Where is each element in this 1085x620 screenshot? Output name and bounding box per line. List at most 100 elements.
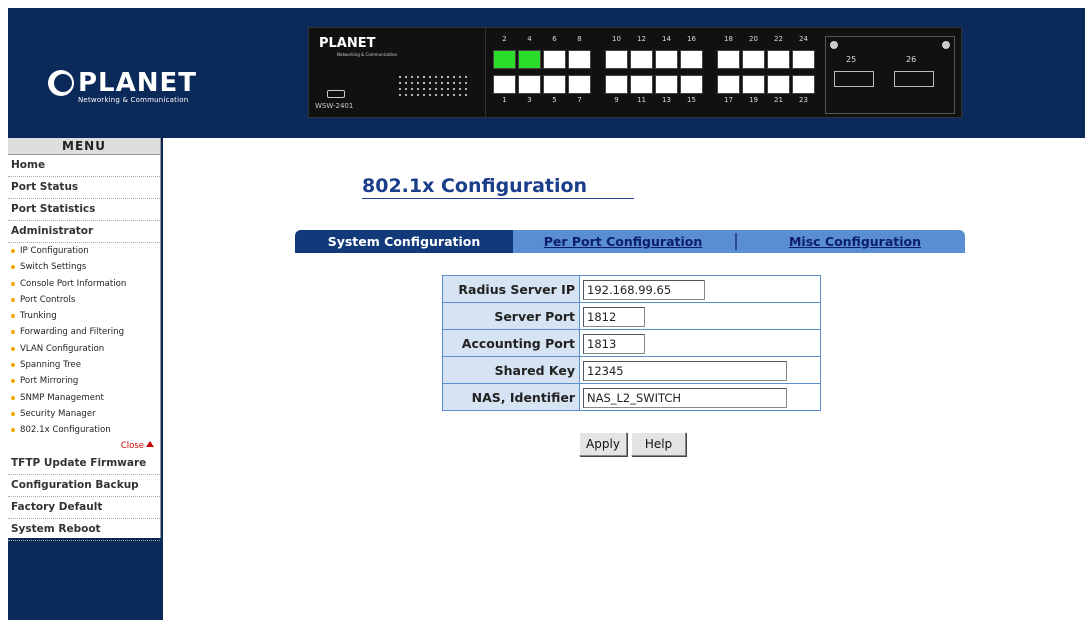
port-number: 17 [724, 96, 733, 104]
sfp-port [834, 71, 874, 87]
panel-model: WSW-2401 [315, 102, 354, 110]
submenu-label: Port Controls [20, 294, 76, 305]
port-number: 19 [749, 96, 758, 104]
tab-divider [735, 233, 737, 250]
port-8[interactable] [568, 50, 591, 69]
submenu-item-switch-settings[interactable]: Switch Settings [8, 259, 160, 275]
port-1[interactable] [493, 75, 516, 94]
submenu-item-vlan-configuration[interactable]: VLAN Configuration [8, 341, 160, 357]
server-port-input[interactable] [583, 306, 645, 327]
apply-button[interactable]: Apply [579, 432, 627, 456]
port-16[interactable] [680, 50, 703, 69]
nas-identifier-input[interactable] [583, 387, 787, 408]
port-21[interactable] [767, 75, 790, 94]
port-10[interactable] [605, 50, 628, 69]
port-number: 9 [614, 96, 619, 104]
tab-per-port-configuration[interactable]: Per Port Configuration [513, 230, 733, 253]
sfp-port [894, 71, 934, 87]
submenu-item-snmp-management[interactable]: SNMP Management [8, 390, 160, 406]
port-15[interactable] [680, 75, 703, 94]
bullet-icon [11, 411, 15, 416]
submenu-item-port-mirroring[interactable]: Port Mirroring [8, 373, 160, 389]
port-24[interactable] [792, 50, 815, 69]
logo-name: PLANET [78, 68, 198, 98]
menu-item-port-statistics[interactable]: Port Statistics [8, 199, 160, 221]
submenu-item-802-1x-configuration[interactable]: 802.1x Configuration [8, 422, 160, 438]
tab-system-configuration[interactable]: System Configuration [295, 230, 513, 253]
port-number: 22 [774, 35, 783, 43]
port-number: 11 [637, 96, 646, 104]
bullet-icon [11, 379, 15, 384]
title-underline [362, 198, 634, 199]
accounting-port-input[interactable] [583, 333, 645, 354]
server-port-label: Server Port [442, 302, 580, 330]
port-18[interactable] [717, 50, 740, 69]
bullet-icon [11, 249, 15, 253]
menu-item-factory-default[interactable]: Factory Default [8, 497, 160, 519]
menu-item-home[interactable]: Home [8, 155, 160, 177]
port-number: 5 [552, 96, 557, 104]
panel-brand-sub: Networking & Communication [337, 52, 398, 57]
port-20[interactable] [742, 50, 765, 69]
port-23[interactable] [792, 75, 815, 94]
submenu-item-spanning-tree[interactable]: Spanning Tree [8, 357, 160, 373]
submenu-label: Spanning Tree [20, 360, 81, 371]
menu-item-administrator[interactable]: Administrator [8, 221, 160, 243]
port-5[interactable] [543, 75, 566, 94]
bullet-icon [11, 346, 15, 351]
menu-close-link[interactable]: Close [8, 439, 160, 453]
planet-logo-icon [48, 70, 74, 96]
submenu-label: SNMP Management [20, 392, 104, 403]
submenu-item-ip-configuration[interactable]: IP Configuration [8, 243, 160, 259]
port-number: 3 [527, 96, 532, 104]
port-19[interactable] [742, 75, 765, 94]
submenu-label: Console Port Information [20, 278, 127, 289]
radius-server-ip-input[interactable] [583, 279, 705, 300]
menu-item-configuration-backup[interactable]: Configuration Backup [8, 475, 160, 497]
submenu-item-port-controls[interactable]: Port Controls [8, 292, 160, 308]
sfp-port-number: 25 [846, 55, 857, 64]
bullet-icon [11, 395, 15, 400]
submenu-label: VLAN Configuration [20, 343, 105, 354]
menu-item-system-reboot[interactable]: System Reboot [8, 519, 160, 541]
port-number: 21 [774, 96, 783, 104]
submenu-item-forwarding-and-filtering[interactable]: Forwarding and Filtering [8, 324, 160, 340]
page-title: 802.1x Configuration [362, 175, 588, 197]
port-number: 16 [687, 35, 696, 43]
submenu-label: Forwarding and Filtering [20, 327, 125, 338]
shared-key-label: Shared Key [442, 356, 580, 384]
submenu-item-security-manager[interactable]: Security Manager [8, 406, 160, 422]
console-port-icon [327, 90, 345, 98]
port-14[interactable] [655, 50, 678, 69]
port-7[interactable] [568, 75, 591, 94]
menu-item-tftp-update-firmware[interactable]: TFTP Update Firmware [8, 453, 160, 475]
close-arrow-icon [146, 440, 154, 447]
submenu-item-trunking[interactable]: Trunking [8, 308, 160, 324]
menu-item-port-status[interactable]: Port Status [8, 177, 160, 199]
tab-misc-configuration[interactable]: Misc Configuration [745, 230, 965, 253]
port-number: 10 [612, 35, 621, 43]
port-number: 18 [724, 35, 733, 43]
bullet-icon [11, 428, 15, 433]
submenu-item-console-port-information[interactable]: Console Port Information [8, 276, 160, 292]
port-2[interactable] [493, 50, 516, 69]
screw-icon [942, 41, 950, 49]
menu-top-items: Home Port Status Port Statistics Administra… [8, 155, 160, 243]
port-9[interactable] [605, 75, 628, 94]
led-grid-icon [397, 74, 471, 96]
port-17[interactable] [717, 75, 740, 94]
submenu-label: IP Configuration [20, 246, 89, 256]
radius-server-ip-label: Radius Server IP [442, 275, 580, 303]
port-13[interactable] [655, 75, 678, 94]
submenu-label: Switch Settings [20, 262, 87, 273]
port-12[interactable] [630, 50, 653, 69]
port-11[interactable] [630, 75, 653, 94]
shared-key-input[interactable] [583, 360, 787, 381]
port-number: 13 [662, 96, 671, 104]
port-4[interactable] [518, 50, 541, 69]
help-button[interactable]: Help [631, 432, 686, 456]
port-3[interactable] [518, 75, 541, 94]
port-6[interactable] [543, 50, 566, 69]
submenu-label: Security Manager [20, 408, 96, 419]
port-22[interactable] [767, 50, 790, 69]
